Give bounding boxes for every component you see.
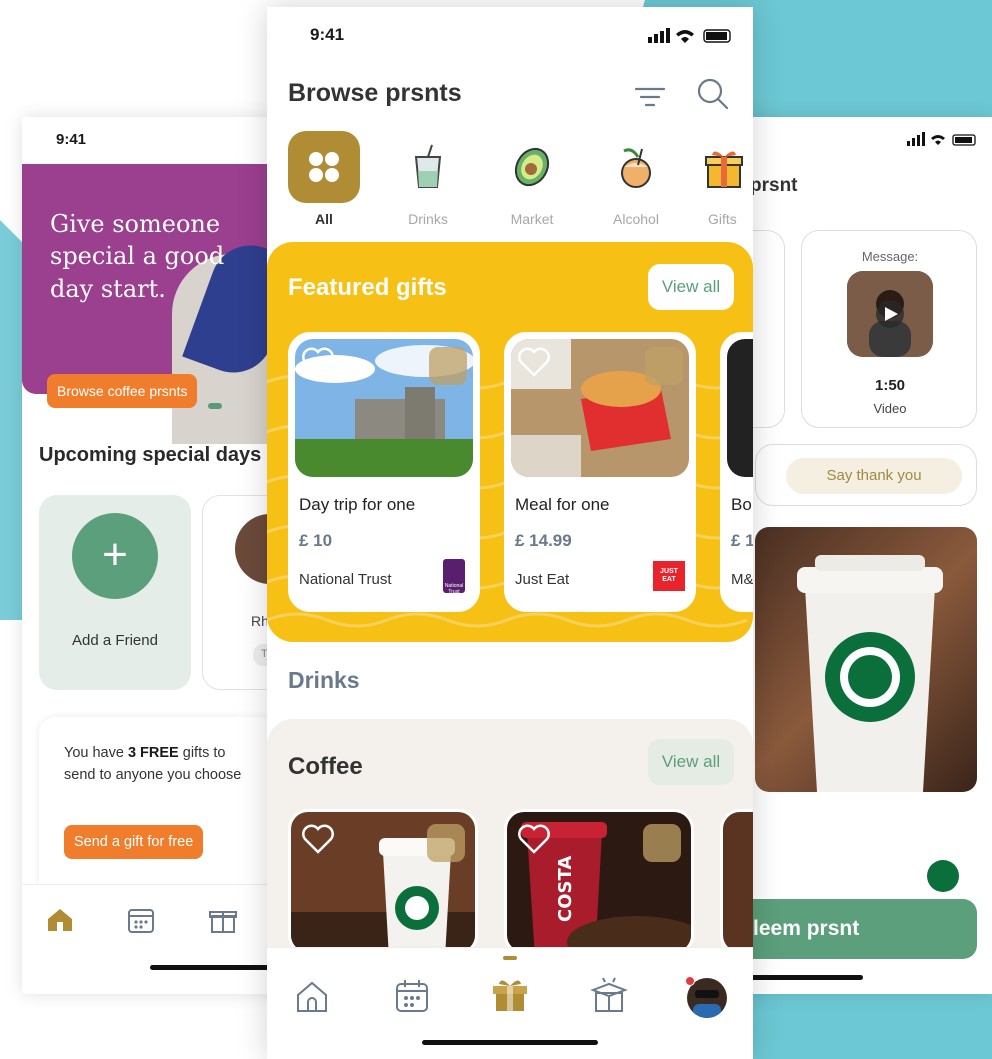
gift-card-partial[interactable]: Bo £ 1 M& xyxy=(720,332,753,612)
filter-icon[interactable] xyxy=(634,85,666,109)
heart-icon[interactable] xyxy=(517,824,551,854)
coffee-section: Coffee View all COSTA xyxy=(267,719,753,979)
right-page-title: prsnt xyxy=(750,175,798,196)
play-icon[interactable] xyxy=(847,271,933,357)
drinks-section-label: Drinks xyxy=(288,667,360,693)
shop-icon[interactable] xyxy=(429,347,467,385)
redeem-button[interactable]: leem prsnt xyxy=(735,899,977,959)
free-gifts-text: You have 3 FREE gifts to send to anyone … xyxy=(64,745,242,783)
gift-image xyxy=(727,339,753,477)
video-duration: 1:50 xyxy=(874,377,906,394)
coffee-cup-image xyxy=(797,555,943,792)
category-alcohol[interactable]: Alcohol xyxy=(600,131,672,227)
left-phone-screen: 9:41 Give someone special a good day sta… xyxy=(22,117,277,994)
bottom-nav xyxy=(267,947,753,1059)
carousel-dots xyxy=(198,403,232,409)
right-phone-screen: prsnt Message: 1:50 Video Say thank you … xyxy=(735,117,992,994)
featured-title: Featured gifts xyxy=(288,274,447,301)
home-icon[interactable] xyxy=(46,907,74,933)
shop-icon[interactable] xyxy=(427,824,465,862)
category-drinks[interactable]: Drinks xyxy=(392,131,464,227)
home-icon[interactable] xyxy=(295,980,329,1014)
coffee-card[interactable] xyxy=(288,809,478,955)
open-gift-icon[interactable] xyxy=(589,976,629,1014)
status-icons xyxy=(907,132,976,146)
hero-banner[interactable]: Give someone special a good day start. B… xyxy=(22,164,277,444)
home-indicator xyxy=(422,1040,598,1045)
send-free-gift-button[interactable]: Send a gift for free xyxy=(64,825,204,859)
heart-icon[interactable] xyxy=(517,347,551,377)
friend-card[interactable]: Rh T xyxy=(202,495,277,690)
gift-card[interactable]: Day trip for one £ 10 National Trust Nat… xyxy=(288,332,480,612)
message-label: Message: xyxy=(861,249,919,264)
gift-name: Day trip for one xyxy=(299,495,416,514)
page-title: Browse prsnts xyxy=(288,79,462,107)
gift-price: £ 1 xyxy=(731,531,753,550)
status-icons xyxy=(648,28,731,43)
thank-you-container: Say thank you xyxy=(755,444,977,506)
add-friend-label: Add a Friend xyxy=(72,632,158,649)
coffee-card-partial[interactable] xyxy=(720,809,753,955)
heart-icon[interactable] xyxy=(301,347,335,377)
hero-text: Give someone special a good day start. xyxy=(50,210,225,303)
featured-gifts-section: Featured gifts View all Day trip for one… xyxy=(267,242,753,642)
coconut-drink-icon xyxy=(621,148,651,188)
category-gifts[interactable]: Gifts xyxy=(704,131,753,227)
category-all[interactable]: All xyxy=(288,131,360,227)
browse-coffee-button[interactable]: Browse coffee prsnts xyxy=(47,374,198,408)
coffee-title: Coffee xyxy=(288,753,363,780)
just-eat-logo: JUST EAT xyxy=(653,561,685,591)
heart-icon[interactable] xyxy=(301,824,335,854)
add-icon[interactable]: + xyxy=(72,513,158,599)
gift-name: Meal for one xyxy=(515,495,610,514)
calendar-icon[interactable] xyxy=(394,978,430,1014)
add-friend-card[interactable]: + Add a Friend xyxy=(39,495,191,690)
gift-price: £ 10 xyxy=(299,531,333,550)
video-thumbnail[interactable] xyxy=(847,271,933,357)
active-nav-indicator xyxy=(503,956,517,960)
avocado-icon xyxy=(514,147,550,187)
coffee-card[interactable]: COSTA xyxy=(504,809,694,955)
featured-view-all-button[interactable]: View all xyxy=(648,264,734,310)
bottom-nav xyxy=(22,884,277,994)
svg-text:COSTA: COSTA xyxy=(555,856,576,922)
shop-icon[interactable] xyxy=(645,347,683,385)
status-time: 9:41 xyxy=(56,131,87,148)
gift-price: £ 14.99 xyxy=(515,531,572,550)
drink-cup-icon xyxy=(414,144,442,188)
gift-brand: Just Eat xyxy=(515,571,570,588)
grid-icon xyxy=(309,152,339,182)
upcoming-days-title: Upcoming special days xyxy=(39,444,262,466)
gift-brand: National Trust xyxy=(299,571,392,588)
home-indicator xyxy=(150,965,277,970)
gift-name: Bo xyxy=(731,495,752,514)
calendar-icon[interactable] xyxy=(126,905,156,935)
gift-brand: M& xyxy=(731,571,753,588)
starbucks-cup-photo xyxy=(755,527,977,792)
coffee-view-all-button[interactable]: View all xyxy=(648,739,734,785)
national-trust-logo: National Trust xyxy=(443,559,465,595)
gift-icon[interactable] xyxy=(491,976,529,1014)
notification-dot xyxy=(685,976,695,986)
gift-icon[interactable] xyxy=(208,905,238,935)
center-phone-screen: 9:41 Browse prsnts All Drinks Market Alc… xyxy=(267,7,753,1059)
status-time: 9:41 xyxy=(310,25,345,44)
starbucks-logo xyxy=(927,860,959,892)
category-market[interactable]: Market xyxy=(496,131,568,227)
gift-box-icon xyxy=(705,151,743,188)
say-thank-you-button[interactable]: Say thank you xyxy=(786,458,962,494)
video-label: Video xyxy=(873,401,907,416)
shop-icon[interactable] xyxy=(643,824,681,862)
free-gifts-card: You have 3 FREE gifts to send to anyone … xyxy=(39,717,277,897)
video-message-card[interactable]: Message: 1:50 Video xyxy=(801,230,977,428)
category-row: All Drinks Market Alcohol Gifts xyxy=(288,131,753,231)
search-icon[interactable] xyxy=(696,77,730,111)
home-indicator xyxy=(735,975,863,980)
gift-card[interactable]: Meal for one £ 14.99 Just Eat JUST EAT xyxy=(504,332,696,612)
